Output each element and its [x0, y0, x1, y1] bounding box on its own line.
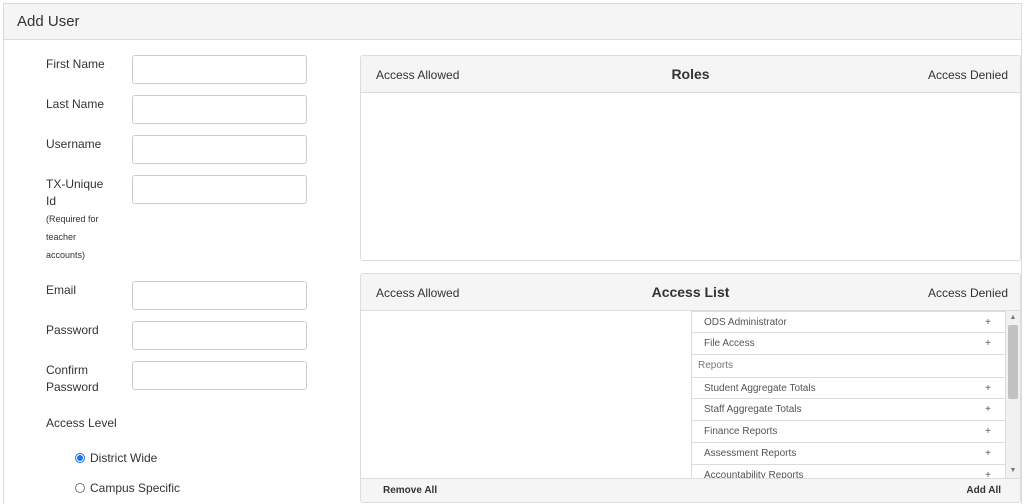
- roles-access-denied-label: Access Denied: [927, 68, 1008, 82]
- password-input[interactable]: [132, 321, 307, 350]
- plus-icon[interactable]: +: [985, 399, 991, 420]
- radio-label-district-wide: District Wide: [90, 451, 158, 465]
- list-item-student-aggregate-totals[interactable]: Student Aggregate Totals +: [691, 377, 1006, 399]
- confirm-password-label: Confirm: [46, 363, 89, 377]
- access-list-panel: Access Allowed Access List Access Denied…: [360, 273, 1021, 503]
- tx-unique-note-line1: (Required for: [46, 214, 99, 224]
- list-item-label: Accountability Reports: [704, 470, 804, 478]
- list-item-label: ODS Administrator: [704, 317, 787, 328]
- username-label: Username: [46, 137, 102, 151]
- radio-button[interactable]: [75, 483, 85, 493]
- email-input[interactable]: [132, 281, 307, 310]
- scroll-down-arrow-icon[interactable]: ▼: [1006, 464, 1020, 478]
- confirm-password-label-line2: Password: [46, 380, 99, 394]
- plus-icon[interactable]: +: [985, 312, 991, 333]
- list-item-label: Finance Reports: [704, 426, 778, 437]
- password-label: Password: [46, 323, 99, 337]
- radio-button-checked[interactable]: [75, 453, 85, 463]
- list-item-ods-administrator[interactable]: ODS Administrator +: [691, 311, 1006, 333]
- first-name-input[interactable]: [132, 55, 307, 84]
- roles-panel-header: Access Allowed Roles Access Denied: [361, 56, 1020, 93]
- list-group-reports: Reports: [691, 355, 1006, 377]
- last-name-input[interactable]: [132, 95, 307, 124]
- list-item-staff-aggregate-totals[interactable]: Staff Aggregate Totals +: [691, 399, 1006, 421]
- list-item-assessment-reports[interactable]: Assessment Reports +: [691, 443, 1006, 465]
- access-list-denied-label: Access Denied: [927, 286, 1008, 300]
- tx-unique-label: TX-Unique: [46, 177, 104, 191]
- scroll-up-arrow-icon[interactable]: ▲: [1006, 311, 1020, 325]
- tx-unique-note-line3: accounts): [46, 250, 86, 260]
- plus-icon[interactable]: +: [985, 443, 991, 464]
- username-input[interactable]: [132, 135, 307, 164]
- access-list-panel-header: Access Allowed Access List Access Denied: [361, 274, 1020, 311]
- list-item-label: File Access: [704, 338, 755, 349]
- last-name-label: Last Name: [46, 97, 105, 111]
- access-level-label: Access Level: [46, 416, 117, 430]
- tx-unique-note-line2: teacher: [46, 232, 77, 242]
- list-item-file-access[interactable]: File Access +: [691, 333, 1006, 355]
- list-item-accountability-reports[interactable]: Accountability Reports +: [691, 465, 1006, 478]
- radio-district-wide[interactable]: District Wide: [75, 451, 157, 465]
- page-title: Add User: [17, 13, 80, 30]
- plus-icon[interactable]: +: [985, 333, 991, 354]
- access-list-footer: Remove All Add All: [361, 478, 1020, 502]
- radio-campus-specific[interactable]: Campus Specific: [75, 481, 180, 495]
- roles-title: Roles: [671, 66, 710, 82]
- first-name-label: First Name: [46, 57, 105, 71]
- list-item-label: Student Aggregate Totals: [704, 383, 816, 394]
- confirm-password-input[interactable]: [132, 361, 307, 390]
- scrollbar-thumb[interactable]: [1008, 325, 1018, 399]
- add-user-page: Add User First Name Last Name Username T…: [3, 3, 1022, 504]
- email-label: Email: [46, 283, 77, 297]
- list-item-label: Assessment Reports: [704, 448, 797, 459]
- radio-label-campus-specific: Campus Specific: [90, 481, 181, 495]
- list-scrollbar[interactable]: ▲ ▼: [1006, 311, 1020, 478]
- access-list-title: Access List: [651, 284, 730, 300]
- plus-icon[interactable]: +: [985, 465, 991, 478]
- plus-icon[interactable]: +: [985, 378, 991, 399]
- roles-panel: Access Allowed Roles Access Denied: [360, 55, 1021, 261]
- access-denied-list: ODS Administrator + File Access + Report…: [691, 311, 1006, 478]
- tx-unique-label-line2: Id: [46, 194, 57, 208]
- add-all-button[interactable]: Add All: [966, 485, 1001, 496]
- remove-all-button[interactable]: Remove All: [383, 485, 437, 496]
- tx-unique-id-input[interactable]: [132, 175, 307, 204]
- plus-icon[interactable]: +: [985, 421, 991, 442]
- list-item-label: Staff Aggregate Totals: [704, 404, 802, 415]
- list-item-finance-reports[interactable]: Finance Reports +: [691, 421, 1006, 443]
- page-header: Add User: [4, 4, 1021, 40]
